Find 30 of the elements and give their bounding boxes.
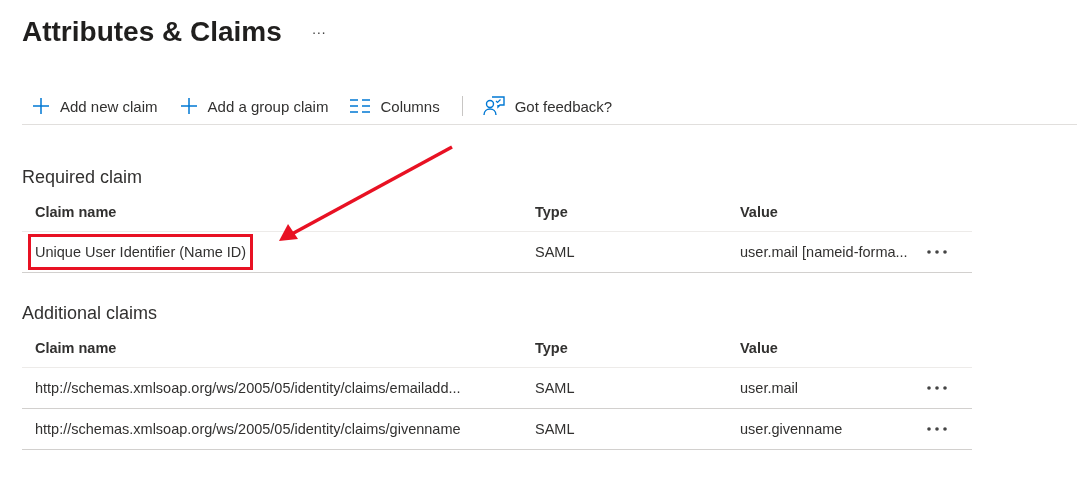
section-heading: Required claim: [22, 167, 144, 189]
column-header: Type: [534, 340, 569, 356]
column-header: Claim name: [34, 204, 118, 220]
column-header: Value: [739, 340, 779, 356]
column-header: Value: [739, 204, 779, 220]
highlighted-claim-name[interactable]: Unique User Identifier (Name ID): [28, 234, 254, 270]
claim-value: user.mail [nameid-forma...: [739, 244, 909, 260]
claim-name[interactable]: http://schemas.xmlsoap.org/ws/2005/05/identity/claims/emailadd...: [28, 370, 468, 406]
column-header: Claim name: [34, 340, 118, 356]
claim-name[interactable]: http://schemas.xmlsoap.org/ws/2005/05/identity/claims/givenname: [28, 411, 468, 447]
claim-type: SAML: [534, 380, 576, 396]
toolbar-button[interactable]: Columns: [342, 90, 450, 122]
page-title: Attributes & Claims: [22, 16, 282, 48]
claim-type: SAML: [534, 244, 576, 260]
toolbar-button[interactable]: Add new claim: [22, 90, 168, 122]
plus-icon: [32, 97, 50, 115]
list-icon: [350, 99, 371, 113]
plus-icon: [179, 97, 198, 115]
toolbar-button[interactable]: Got feedback?: [474, 90, 623, 122]
claim-type: SAML: [534, 421, 576, 437]
claim-value: user.givenname: [739, 421, 844, 437]
section-heading: Additional claims: [22, 303, 159, 325]
more-options-icon[interactable]: [927, 250, 947, 254]
toolbar-button[interactable]: Add a group claim: [171, 90, 339, 122]
more-options-icon[interactable]: [927, 386, 947, 390]
more-options-icon[interactable]: [927, 427, 947, 431]
feedback-icon: [482, 96, 505, 116]
column-header: Type: [534, 204, 569, 220]
claim-value: user.mail: [739, 380, 800, 396]
more-button[interactable]: ···: [307, 24, 330, 40]
